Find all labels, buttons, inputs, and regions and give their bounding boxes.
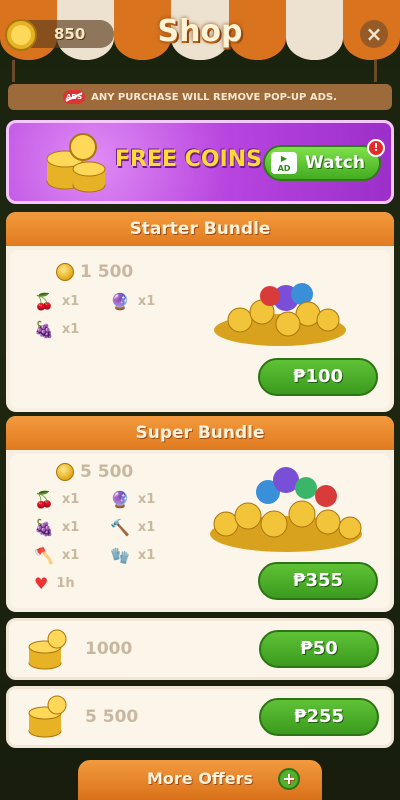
bundle-item: 🍇 x1: [34, 518, 80, 537]
bundle-coin-amount: 1 500: [80, 262, 134, 282]
more-offers-label: More Offers: [146, 769, 254, 788]
awning-pole: [12, 60, 15, 82]
rainbow-ball-icon: 🔮: [110, 292, 130, 311]
rainbow-ball-icon: 🔮: [110, 490, 130, 509]
infinite-heart-icon: ♥: [34, 574, 49, 593]
bundle-item: 🔮 x1: [110, 292, 156, 311]
notice-text: ANY PURCHASE WILL REMOVE POP-UP ADS.: [91, 91, 337, 103]
coin-icon: [56, 263, 74, 281]
bundle-item: 🔨 x1: [110, 518, 156, 537]
bundle-coin-amount: 5 500: [80, 462, 134, 482]
grape-booster-icon: 🍇: [34, 320, 54, 339]
starter-bundle-buy-button[interactable]: ₱100: [258, 358, 378, 396]
bundle-item: ♥ 1h: [34, 574, 75, 593]
bundle-item: 🍒 x1: [34, 292, 80, 311]
bundle-coins: 1 500: [56, 262, 133, 282]
close-button[interactable]: ×: [360, 20, 388, 48]
coin-stack-icon: [28, 695, 67, 738]
bundle-item: 🪓 x1: [34, 546, 80, 565]
coin-pack-buy-button[interactable]: ₱50: [259, 630, 379, 668]
bundle-item: 🍒 x1: [34, 490, 80, 509]
coin-pack-amount: 5 500: [85, 707, 139, 727]
free-coins-banner: FREE COINS ▶ AD Watch !: [6, 120, 394, 204]
fruit-booster-icon: 🍒: [34, 292, 54, 311]
coin-icon: [56, 463, 74, 481]
bundle-item: 🍇 x1: [34, 320, 80, 339]
coin-pile-image: [214, 283, 346, 346]
coin-pack-card: 5 500 ₱255: [6, 686, 394, 748]
ad-video-icon: ▶ AD: [271, 152, 297, 174]
coin-stack-icon: [28, 629, 67, 670]
coin-pack-buy-button[interactable]: ₱255: [259, 698, 379, 736]
no-ads-icon: ADS: [63, 90, 86, 104]
plus-icon: +: [278, 768, 300, 790]
bundle-item: 🔮 x1: [110, 490, 156, 509]
glove-icon: 🧤: [110, 546, 130, 565]
more-offers-button[interactable]: More Offers +: [78, 760, 322, 800]
ads-notice: ADS ANY PURCHASE WILL REMOVE POP-UP ADS.: [8, 84, 392, 110]
coin-stack-icon: [46, 133, 106, 193]
starter-bundle-title: Starter Bundle: [6, 212, 394, 246]
super-bundle-body: 5 500 🍒 x1 🔮 x1 🍇 x1 🔨 x1 🪓 x1 🧤 x1 ♥ 1h: [10, 454, 390, 608]
watch-label: Watch: [305, 153, 365, 173]
starter-bundle-body: 1 500 🍒 x1 🔮 x1 🍇 x1 ₱100: [10, 250, 390, 408]
watch-ad-button[interactable]: ▶ AD Watch !: [263, 139, 385, 181]
super-bundle-card: Super Bundle 5 500 🍒 x1 🔮 x1 🍇 x1 🔨 x1 🪓…: [6, 416, 394, 612]
bundle-item: 🧤 x1: [110, 546, 156, 565]
super-bundle-buy-button[interactable]: ₱355: [258, 562, 378, 600]
fruit-booster-icon: 🍒: [34, 490, 54, 509]
bundle-coins: 5 500: [56, 462, 133, 482]
coin-pile-image: [210, 467, 362, 552]
axe-icon: 🪓: [34, 546, 54, 565]
coin-pack-card: 1000 ₱50: [6, 618, 394, 680]
super-bundle-title: Super Bundle: [6, 416, 394, 450]
starter-bundle-card: Starter Bundle 1 500 🍒 x1 🔮 x1 🍇 x1 ₱100: [6, 212, 394, 412]
coin-pack-amount: 1000: [85, 639, 133, 659]
grape-booster-icon: 🍇: [34, 518, 54, 537]
free-coins-label: FREE COINS: [115, 147, 262, 172]
hammer-icon: 🔨: [110, 518, 130, 537]
page-title: Shop: [157, 14, 243, 49]
alert-badge: !: [367, 139, 385, 157]
awning-pole: [374, 60, 377, 82]
